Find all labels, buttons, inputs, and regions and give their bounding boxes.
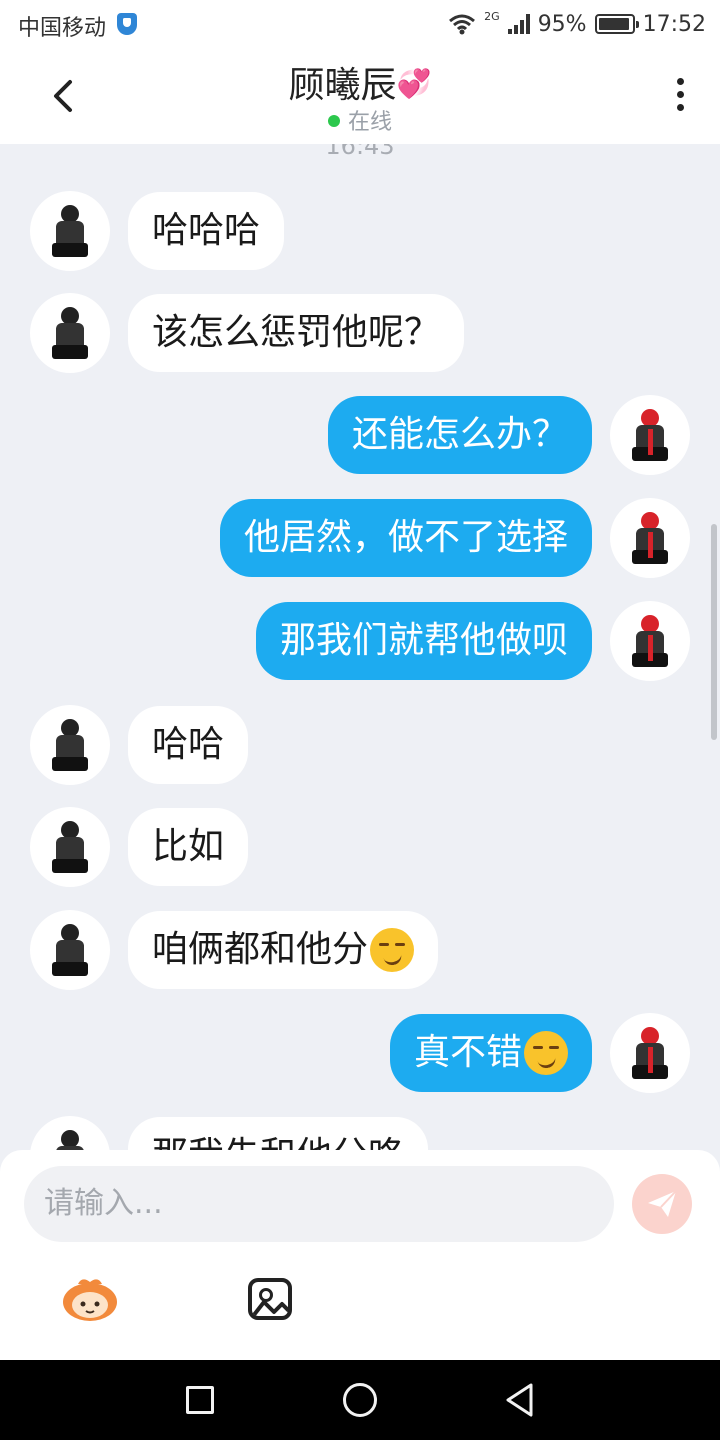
- message-bubble[interactable]: 他居然，做不了选择: [219, 499, 592, 577]
- nav-back-icon[interactable]: [503, 1382, 537, 1418]
- message-text: 咱俩都和他分: [152, 929, 369, 970]
- incoming-message[interactable]: 比如: [30, 807, 249, 887]
- message-list[interactable]: 16:43 哈哈哈该怎么惩罚他呢？ 还能怎么办？ 他居然，做不了选择那我们就帮他做呗…: [0, 144, 720, 1150]
- contact-title: 顾曦辰: [288, 65, 397, 106]
- my-avatar[interactable]: [610, 498, 690, 578]
- contact-avatar[interactable]: [30, 191, 110, 271]
- my-avatar[interactable]: [610, 1013, 690, 1093]
- network-type: 2G: [484, 9, 500, 23]
- home-icon[interactable]: [343, 1383, 377, 1417]
- shield-icon: [117, 13, 137, 35]
- mascot-icon[interactable]: [60, 1276, 120, 1322]
- contact-avatar[interactable]: [30, 807, 110, 887]
- message-bubble[interactable]: 还能怎么办？: [327, 396, 592, 474]
- wifi-icon: [448, 13, 476, 35]
- message-bubble[interactable]: 哈哈: [128, 706, 249, 784]
- contact-avatar[interactable]: [30, 705, 110, 785]
- incoming-message[interactable]: 哈哈哈: [30, 191, 285, 271]
- status-bar: 中国移动 2G 95% 17:52: [0, 0, 720, 48]
- incoming-message[interactable]: 那我先和他分咯: [30, 1116, 429, 1150]
- message-text: 那我们就帮他做呗: [279, 620, 568, 661]
- message-bubble[interactable]: 哈哈哈: [128, 192, 285, 270]
- message-text: 他居然，做不了选择: [243, 517, 568, 558]
- online-dot: [327, 115, 340, 127]
- presence-status: 在线: [0, 104, 720, 136]
- clock: 17:52: [642, 11, 706, 37]
- message-bubble[interactable]: 该怎么惩罚他呢？: [128, 294, 465, 372]
- heart-icon: 💞: [396, 67, 432, 100]
- incoming-message[interactable]: 哈哈: [30, 705, 249, 785]
- incoming-message[interactable]: 该怎么惩罚他呢？: [30, 293, 465, 373]
- carrier-name: 中国移动: [18, 16, 107, 41]
- outgoing-message[interactable]: 那我们就帮他做呗: [255, 601, 690, 681]
- message-bubble[interactable]: 比如: [128, 808, 249, 886]
- message-bubble[interactable]: 那我先和他分咯: [128, 1117, 429, 1150]
- message-text: 哈哈哈: [152, 210, 261, 251]
- message-bubble[interactable]: 真不错: [389, 1014, 592, 1092]
- smirk-emoji-icon: [524, 1031, 568, 1075]
- composer: [0, 1150, 720, 1360]
- battery-icon: [594, 14, 639, 34]
- message-text: 那我先和他分咯: [152, 1117, 404, 1150]
- smirk-emoji-icon: [370, 928, 415, 972]
- outgoing-message[interactable]: 真不错: [389, 1013, 690, 1093]
- status-indicators: 2G 95% 17:52: [448, 8, 706, 40]
- battery-fill: [598, 18, 629, 30]
- chat-header: 顾曦辰💞 在线: [0, 48, 720, 144]
- contact-name[interactable]: 顾曦辰💞: [0, 56, 720, 108]
- incoming-message[interactable]: 咱俩都和他分: [30, 910, 439, 990]
- signal-icon: [507, 14, 530, 34]
- battery-percent: 95%: [537, 11, 587, 37]
- outgoing-message[interactable]: 他居然，做不了选择: [219, 498, 690, 578]
- message-text: 比如: [152, 826, 225, 867]
- recent-apps-icon[interactable]: [186, 1386, 214, 1414]
- image-icon[interactable]: [248, 1278, 292, 1320]
- my-avatar[interactable]: [610, 601, 690, 681]
- contact-avatar[interactable]: [30, 293, 110, 373]
- message-input[interactable]: [24, 1166, 614, 1242]
- message-text: 哈哈: [152, 724, 225, 765]
- system-nav-bar: [0, 1360, 720, 1440]
- more-options-icon[interactable]: [674, 78, 686, 114]
- message-timestamp: 16:43: [325, 144, 395, 160]
- message-bubble[interactable]: 咱俩都和他分: [128, 911, 439, 989]
- scrollbar[interactable]: [711, 524, 717, 740]
- message-text: 还能怎么办？: [351, 414, 568, 455]
- paper-plane-icon: [648, 1190, 677, 1217]
- contact-avatar[interactable]: [30, 910, 110, 990]
- message-text: 该怎么惩罚他呢？: [152, 312, 441, 353]
- send-button[interactable]: [632, 1174, 692, 1234]
- presence-label: 在线: [347, 110, 392, 135]
- contact-avatar[interactable]: [30, 1116, 110, 1150]
- message-bubble[interactable]: 那我们就帮他做呗: [255, 602, 592, 680]
- message-text: 真不错: [413, 1032, 522, 1073]
- my-avatar[interactable]: [610, 395, 690, 475]
- outgoing-message[interactable]: 还能怎么办？: [327, 395, 690, 475]
